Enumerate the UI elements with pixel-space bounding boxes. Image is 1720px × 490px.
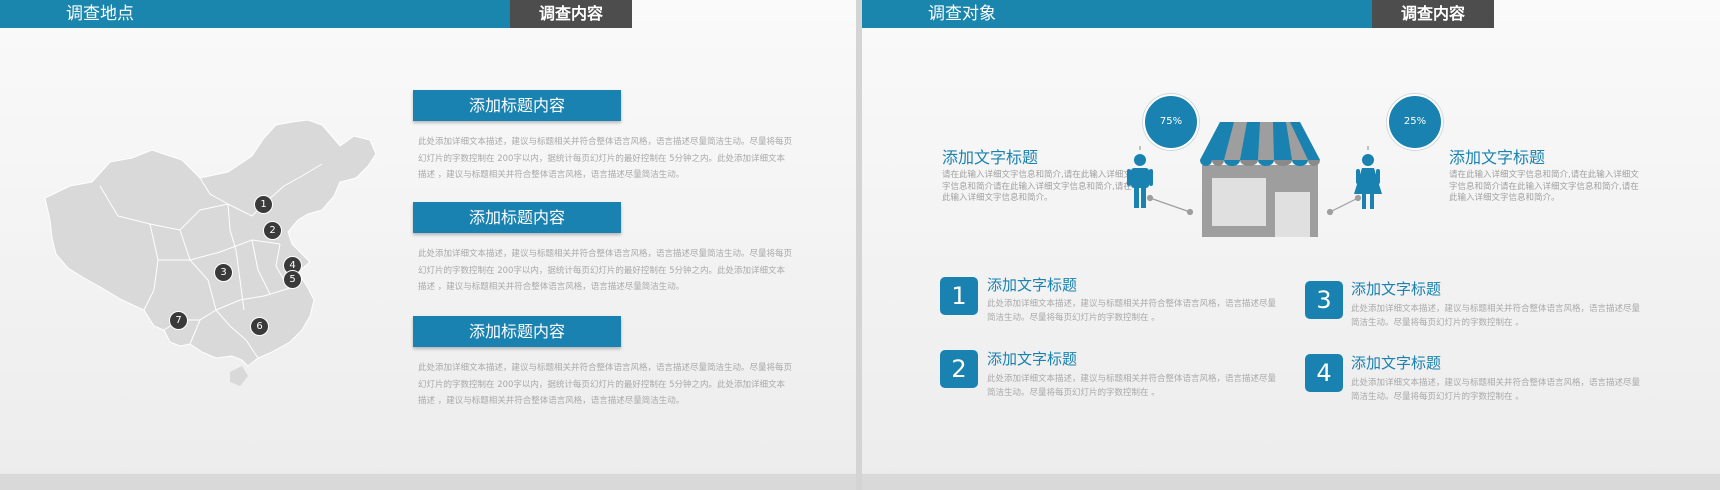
block-2-title: 添加标题内容 — [413, 202, 621, 233]
item-4-number: 4 — [1305, 354, 1343, 392]
header-bar: 调查对象 — [862, 0, 1372, 28]
section-tag: 调查内容 — [1372, 0, 1494, 28]
section-tag: 调查内容 — [510, 0, 632, 28]
item-1-number: 1 — [940, 277, 978, 315]
header-bar: 调查地点 — [0, 0, 510, 28]
block-1-title: 添加标题内容 — [413, 90, 621, 121]
left-feature-title: 添加文字标题 — [942, 148, 1039, 167]
block-3-title: 添加标题内容 — [413, 316, 621, 347]
item-1-title: 添加文字标题 — [987, 276, 1078, 294]
item-4-title: 添加文字标题 — [1351, 354, 1442, 372]
footer-bar — [0, 473, 856, 490]
block-3-text: 此处添加详细文本描述，建议与标题相关并符合整体语言风格，语言描述尽量简洁生动。尽… — [418, 363, 793, 406]
left-feature-text: 请在此输入详细文字信息和简介,请在此输入详细文字信息和简介请在此输入详细文字信息… — [942, 170, 1132, 203]
block-2-text: 此处添加详细文本描述，建议与标题相关并符合整体语言风格，语言描述尽量简洁生动。尽… — [418, 249, 793, 292]
item-3-text: 此处添加详细文本描述，建议与标题相关并符合整体语言风格，语言描述尽量简洁生动。尽… — [1351, 304, 1641, 328]
map-pin-7[interactable]: 7 — [169, 311, 188, 330]
right-feature-title: 添加文字标题 — [1449, 148, 1546, 167]
female-percent-badge: 25% — [1387, 94, 1443, 150]
item-2-text: 此处添加详细文本描述，建议与标题相关并符合整体语言风格，语言描述尽量简洁生动。尽… — [987, 374, 1277, 398]
item-1-text: 此处添加详细文本描述，建议与标题相关并符合整体语言风格，语言描述尽量简洁生动。尽… — [987, 299, 1277, 323]
block-1-text: 此处添加详细文本描述，建议与标题相关并符合整体语言风格，语言描述尽量简洁生动。尽… — [418, 137, 793, 180]
slide-survey-location: 调查地点 调查内容 1 2 3 4 5 6 7 添加标题内容 此处添加详细文本描… — [0, 0, 856, 490]
slide-survey-object: 调查对象 调查内容 添加文字标题 请在此输入详细文字信息和简介,请在此输入详细文… — [862, 0, 1720, 490]
page-title: 调查地点 — [66, 4, 134, 24]
item-2-number: 2 — [940, 350, 978, 388]
footer-bar — [862, 473, 1720, 490]
shop-icon — [1200, 122, 1320, 237]
item-3-title: 添加文字标题 — [1351, 280, 1442, 298]
map-pin-3[interactable]: 3 — [214, 263, 233, 282]
item-3-number: 3 — [1305, 281, 1343, 319]
page-title: 调查对象 — [928, 4, 996, 24]
right-feature-text: 请在此输入详细文字信息和简介,请在此输入详细文字信息和简介请在此输入详细文字信息… — [1449, 170, 1639, 203]
item-4-text: 此处添加详细文本描述，建议与标题相关并符合整体语言风格，语言描述尽量简洁生动。尽… — [1351, 378, 1641, 402]
map-pin-2[interactable]: 2 — [263, 221, 282, 240]
china-map-icon: 1 2 3 4 5 6 7 — [40, 119, 380, 400]
male-percent-badge: 75% — [1143, 94, 1199, 150]
map-pin-5[interactable]: 5 — [283, 270, 302, 289]
map-pin-1[interactable]: 1 — [254, 195, 273, 214]
item-2-title: 添加文字标题 — [987, 350, 1078, 368]
map-pin-6[interactable]: 6 — [250, 317, 269, 336]
